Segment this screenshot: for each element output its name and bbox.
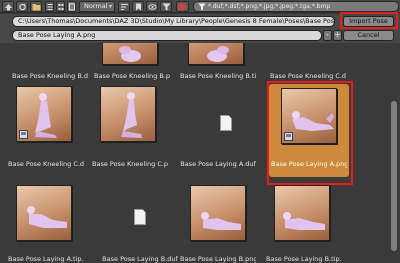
- file-thumbnail[interactable]: [190, 185, 246, 241]
- file-label: Base Pose Kneeling B.tip.p...: [180, 72, 256, 80]
- document-file-icon[interactable]: [220, 115, 232, 131]
- directory-path-field[interactable]: C:\Users\Thomas\Documents\DAZ 3D\Studio\…: [12, 16, 335, 27]
- file-label: Base Pose Laying B.duf: [102, 255, 178, 263]
- decrement-button[interactable]: -: [323, 30, 332, 41]
- vertical-scrollbar[interactable]: [388, 43, 400, 263]
- tag-button[interactable]: [176, 1, 189, 12]
- display-mode-dropdown[interactable]: Normal ▾: [79, 1, 115, 12]
- view-detail-icon: [58, 4, 64, 10]
- view-list-button[interactable]: [45, 1, 54, 12]
- view-list-icon: [47, 4, 53, 10]
- file-thumbnail[interactable]: [188, 43, 244, 65]
- file-label: Base Pose Kneeling B.duf: [12, 72, 88, 80]
- file-label: Base Pose Laying A.duf: [180, 160, 256, 168]
- sort-icon: [121, 4, 128, 10]
- filter-text: *.duf;*.dsf;*.png;*.jpg;*.jpeg;*.tga;*.b…: [208, 3, 331, 10]
- figure-laying-icon: [201, 212, 241, 230]
- new-folder-button[interactable]: [30, 1, 42, 12]
- refresh-button[interactable]: [16, 1, 28, 12]
- file-grid: Base Pose Kneeling B.duf Base Pose Kneel…: [0, 43, 388, 263]
- filter-input[interactable]: *.duf;*.dsf;*.png;*.jpg;*.jpeg;*.tga;*.b…: [193, 1, 399, 12]
- import-highlight-box: [340, 12, 398, 29]
- file-thumbnail[interactable]: [102, 43, 158, 65]
- file-label: Base Pose Kneeling C.png: [92, 160, 168, 168]
- eye-icon: [148, 4, 157, 10]
- file-type-badge-icon: [19, 130, 28, 139]
- filename-text: Base Pose Laying A.png: [18, 31, 96, 39]
- view-detail-button[interactable]: [56, 1, 65, 12]
- filter-toggle-button[interactable]: [160, 1, 172, 12]
- document-file-icon[interactable]: [134, 209, 146, 225]
- filter-field-icon: [198, 3, 206, 10]
- file-label: Base Pose Laying B.tip.png: [266, 255, 342, 263]
- refresh-icon: [19, 3, 26, 11]
- new-folder-icon: [32, 4, 41, 11]
- tag-icon: [178, 3, 188, 11]
- sort-button[interactable]: [118, 1, 130, 12]
- bookmark-icon: [136, 3, 141, 11]
- file-label: Base Pose Laying A.tip.png: [8, 255, 84, 263]
- figure-laying-icon: [27, 206, 67, 228]
- figure-laying-icon: [283, 212, 325, 230]
- file-thumbnail[interactable]: [16, 86, 72, 142]
- file-label: Base Pose Kneeling C.duf: [8, 160, 84, 168]
- view-thumb-icon: [69, 3, 75, 11]
- scrollbar-thumb[interactable]: [391, 101, 397, 251]
- filename-field[interactable]: Base Pose Laying A.png: [12, 30, 322, 41]
- increment-button[interactable]: +: [333, 30, 342, 41]
- figure-kneeling-icon: [121, 92, 142, 138]
- filter-icon: [162, 3, 171, 11]
- view-thumb-button[interactable]: [67, 1, 76, 12]
- chevron-down-icon: ▾: [108, 3, 112, 10]
- file-thumbnail[interactable]: [16, 185, 72, 241]
- directory-path-text: C:\Users\Thomas\Documents\DAZ 3D\Studio\…: [18, 17, 335, 25]
- go-parent-icon: [5, 4, 12, 11]
- file-thumbnail[interactable]: [274, 185, 330, 241]
- file-label: Base Pose Laying B.png: [180, 255, 256, 263]
- bookmark-button[interactable]: [132, 1, 144, 12]
- file-label: Base Pose Kneeling C.duf: [270, 72, 346, 80]
- highlight-annotation-box: [267, 81, 353, 185]
- file-thumbnail[interactable]: [100, 86, 156, 142]
- hidden-files-button[interactable]: [146, 1, 158, 12]
- display-mode-value: Normal: [84, 2, 108, 10]
- filename-row: Base Pose Laying A.png - + Cancel: [0, 28, 400, 43]
- go-parent-button[interactable]: [2, 1, 14, 12]
- cancel-button[interactable]: Cancel: [343, 30, 394, 41]
- file-label: Base Pose Kneeling B.png: [94, 72, 170, 80]
